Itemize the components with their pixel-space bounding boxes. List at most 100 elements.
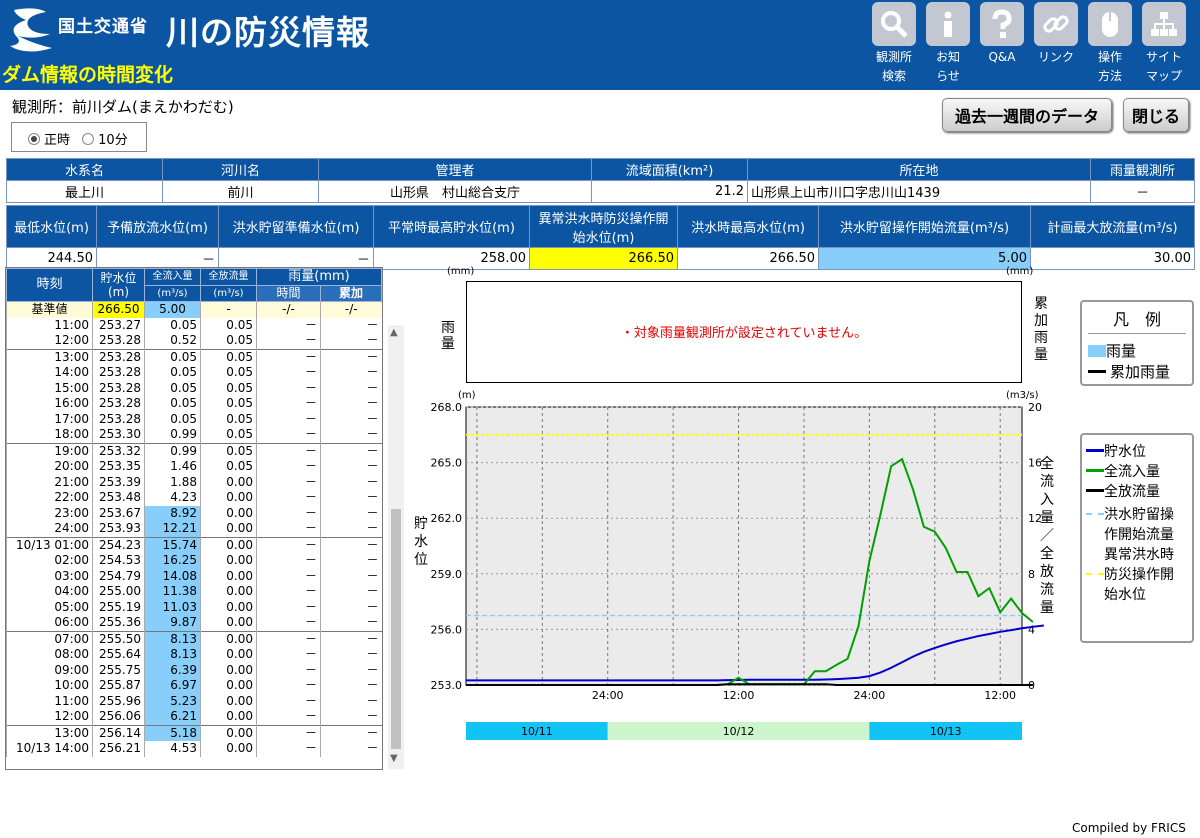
cell-outflow: 0.00 [200,662,257,678]
cell-inflow: 0.99 [144,443,201,459]
x-tick-label: 12:00 [984,689,1016,702]
radio-checked-icon[interactable] [28,133,40,145]
table-row: 16:00 253.28 0.05 0.05 －－ [6,396,382,412]
cell-time: 14:00 [6,365,93,381]
cell-outflow: 0.00 [200,615,257,631]
cell-rain-hour: － [256,568,321,584]
table-row: 07:00 255.50 8.13 0.00 －－ [6,631,382,647]
page-title: ダム情報の時間変化 [2,64,174,86]
cell-level: 253.28 [92,396,145,412]
cell-rain-cum: － [320,553,382,569]
nav-label: サイト マップ [1145,50,1182,83]
cell-rain-hour: － [256,474,321,490]
header-cell: 流域面積(km²) [591,158,748,181]
cell-inflow: 16.25 [144,553,201,569]
cell-rain-hour: － [256,396,321,412]
cell-time: 21:00 [6,474,93,490]
manager: 山形県 村山総合支庁 [318,180,592,203]
header-cell: 管理者 [318,158,592,181]
table-row: 24:00 253.93 12.21 0.00 －－ [6,521,382,537]
scroll-up-icon[interactable]: ▲ [390,327,398,338]
y-tick-label: 265.0 [431,457,463,470]
nav-howto[interactable]: 操作 方法 [1084,0,1136,90]
cell-inflow: 0.99 [144,427,201,443]
header-cell: 計画最大放流量(m³/s) [1030,205,1195,248]
x-tick-label: 24:00 [592,689,624,702]
close-button[interactable]: 閉じる [1123,98,1189,132]
nav-qa[interactable]: Q&A [976,0,1028,90]
cell-rain-cum: － [320,333,382,349]
cell-rain-cum: － [320,693,382,709]
header-cell: 洪水貯留操作開始流量(m³/s) [818,205,1031,248]
cell-level: 255.00 [92,584,145,600]
cell-level: 256.21 [92,741,145,757]
nav-label: お知 らせ [935,50,960,83]
radio-10min[interactable]: 10分 [82,133,128,148]
cell-rain-cum: － [320,741,382,757]
rain-station: － [1090,180,1195,203]
cell-rain-hour: － [256,741,321,757]
table-row: 10/13 01:00 254.23 15.74 0.00 －－ [6,537,382,553]
cell-level: 255.36 [92,615,145,631]
legend-outflow: 全放流量 [1104,484,1160,500]
col-rain-cum: 累加 [320,284,382,302]
cell-level: 255.64 [92,647,145,663]
cell-time: 12:00 [6,333,93,349]
cell-rain-hour: － [256,647,321,663]
base-rain-hour: -/- [256,301,321,318]
link-icon [1034,2,1078,46]
water-system: 最上川 [6,180,163,203]
cell-outflow: 0.05 [200,443,257,459]
cell-time: 10/13 14:00 [6,741,93,757]
basin-area: 21.2 [591,180,748,203]
cell-rain-cum: － [320,380,382,396]
cell-time: 08:00 [6,647,93,663]
nav-sitemap[interactable]: サイト マップ [1138,0,1190,90]
cell-level: 253.27 [92,317,145,333]
table-scrollbar[interactable]: ▲ ▼ [388,325,404,769]
y2-tick-label: 12 [1028,512,1042,525]
cell-level: 255.75 [92,662,145,678]
rain-legend: 凡 例 雨量 累加雨量 [1080,300,1194,386]
cell-rain-hour: － [256,459,321,475]
rain-chart: ・対象雨量観測所が設定されていません。 [466,281,1022,383]
interval-selector: 正時 10分 [11,122,147,152]
cell-inflow: 0.05 [144,380,201,396]
cell-level: 255.96 [92,693,145,709]
table-row: 09:00 255.75 6.39 0.00 －－ [6,662,382,678]
past-week-data-button[interactable]: 過去一週間のデータ [942,98,1112,132]
table-row: 18:00 253.30 0.99 0.05 －－ [6,427,382,443]
table-row: 03:00 254.79 14.08 0.00 －－ [6,568,382,584]
cell-outflow: 0.00 [200,693,257,709]
radio-unchecked-icon[interactable] [82,133,95,145]
cell-time: 04:00 [6,584,93,600]
ministry-name: 国土交通省 [58,17,148,37]
cell-outflow: 0.00 [200,553,257,569]
cell-rain-cum: － [320,411,382,427]
nav-links[interactable]: リンク [1030,0,1082,90]
site-title[interactable]: 川の防災情報 [166,6,370,54]
scroll-down-icon[interactable]: ▼ [390,753,398,764]
cell-rain-hour: － [256,537,321,553]
nav-label: 操作 方法 [1097,50,1122,83]
legend-rain: 雨量 [1106,342,1137,360]
cell-rain-hour: － [256,709,321,725]
plot-area [465,406,1023,686]
nav-station-search[interactable]: 観測所 検索 [868,0,920,90]
cell-inflow: 14.08 [144,568,201,584]
cell-level: 253.32 [92,443,145,459]
y2-tick-label: 8 [1028,568,1035,581]
header-cell: 平常時最高貯水位(m) [373,205,530,248]
cell-time: 10/13 01:00 [6,537,93,553]
cell-rain-cum: － [320,365,382,381]
chart-legend: 貯水位 全流入量 全放流量 洪水貯留操 作開始流量 異常洪水時 防災操作開 始水位 [1080,433,1194,643]
table-row: 15:00 253.28 0.05 0.05 －－ [6,380,382,396]
radio-hourly[interactable]: 正時 [28,133,70,148]
y-tick-label: 253.0 [431,679,463,692]
nav-news[interactable]: お知 らせ [922,0,974,90]
cell-level: 254.53 [92,553,145,569]
scrollbar-thumb[interactable] [391,509,401,749]
help-icon [980,2,1024,46]
legend-inflow: 全流入量 [1104,464,1160,480]
cell-time: 17:00 [6,411,93,427]
